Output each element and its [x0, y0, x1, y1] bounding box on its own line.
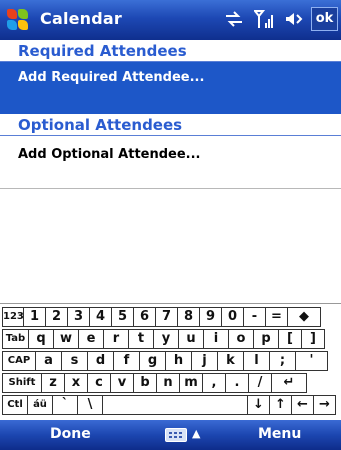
key-9[interactable]: 9 [199, 307, 222, 327]
input-selector-arrow-icon[interactable]: ▲ [192, 427, 200, 440]
key-r[interactable]: r [103, 329, 129, 349]
key-b[interactable]: b [133, 373, 157, 393]
key-comma[interactable]: , [202, 373, 226, 393]
key-arrow-down[interactable]: ↓ [247, 395, 270, 415]
menu-softkey[interactable]: Menu [258, 426, 301, 442]
key-q[interactable]: q [28, 329, 54, 349]
backspace-key[interactable]: ◆ [287, 307, 321, 327]
key-f[interactable]: f [113, 351, 140, 371]
key-caps[interactable]: CAP [2, 351, 36, 371]
key-c[interactable]: c [87, 373, 111, 393]
key-slash[interactable]: / [248, 373, 272, 393]
key-m[interactable]: m [179, 373, 203, 393]
key-h[interactable]: h [165, 351, 192, 371]
key-6[interactable]: 6 [133, 307, 156, 327]
add-required-attendee-item[interactable]: Add Required Attendee... [0, 62, 341, 114]
key-o[interactable]: o [228, 329, 254, 349]
key-p[interactable]: p [253, 329, 279, 349]
key-a[interactable]: a [35, 351, 62, 371]
key-2[interactable]: 2 [45, 307, 68, 327]
signal-icon[interactable] [254, 8, 276, 30]
key-w[interactable]: w [53, 329, 79, 349]
key-y[interactable]: y [153, 329, 179, 349]
sync-icon[interactable] [224, 8, 244, 30]
done-softkey[interactable]: Done [50, 426, 91, 442]
key-123[interactable]: 123 [2, 307, 24, 327]
windows-start-icon[interactable] [7, 9, 29, 31]
key-k[interactable]: k [217, 351, 244, 371]
key-apostrophe[interactable]: ' [295, 351, 328, 371]
key-tab[interactable]: Tab [2, 329, 29, 349]
key-4[interactable]: 4 [89, 307, 112, 327]
key-0[interactable]: 0 [221, 307, 244, 327]
key-right-bracket[interactable]: ] [301, 329, 325, 349]
key-j[interactable]: j [191, 351, 218, 371]
key-semicolon[interactable]: ; [269, 351, 296, 371]
key-shift[interactable]: Shift [2, 373, 42, 393]
ok-button[interactable]: ok [311, 7, 338, 31]
key-g[interactable]: g [139, 351, 166, 371]
menu-bar: Done ▲ Menu [0, 420, 341, 450]
key-1[interactable]: 1 [23, 307, 46, 327]
key-v[interactable]: v [110, 373, 134, 393]
key-8[interactable]: 8 [177, 307, 200, 327]
required-attendees-header: Required Attendees [0, 40, 341, 62]
enter-key[interactable]: ↵ [271, 373, 307, 393]
key-u[interactable]: u [178, 329, 204, 349]
key-arrow-right[interactable]: → [313, 395, 336, 415]
key-i[interactable]: i [203, 329, 229, 349]
key-minus[interactable]: - [243, 307, 266, 327]
keyboard-icon[interactable] [165, 428, 187, 442]
key-5[interactable]: 5 [111, 307, 134, 327]
title-bar: Calendar ok [0, 0, 341, 40]
key-arrow-up[interactable]: ↑ [269, 395, 292, 415]
app-title: Calendar [40, 9, 123, 28]
key-e[interactable]: e [78, 329, 104, 349]
key-n[interactable]: n [156, 373, 180, 393]
space-key[interactable] [102, 395, 248, 415]
key-equals[interactable]: = [265, 307, 288, 327]
key-7[interactable]: 7 [155, 307, 178, 327]
key-z[interactable]: z [41, 373, 65, 393]
key-backtick[interactable]: ` [52, 395, 78, 415]
key-left-bracket[interactable]: [ [278, 329, 302, 349]
key-x[interactable]: x [64, 373, 88, 393]
key-intl[interactable]: áü [27, 395, 53, 415]
key-3[interactable]: 3 [67, 307, 90, 327]
key-ctrl[interactable]: Ctl [2, 395, 28, 415]
key-l[interactable]: l [243, 351, 270, 371]
key-t[interactable]: t [128, 329, 154, 349]
add-optional-attendee-item[interactable]: Add Optional Attendee... [0, 137, 341, 189]
key-backslash[interactable]: \ [77, 395, 103, 415]
optional-attendees-header: Optional Attendees [0, 114, 341, 136]
key-s[interactable]: s [61, 351, 88, 371]
key-period[interactable]: . [225, 373, 249, 393]
key-arrow-left[interactable]: ← [291, 395, 314, 415]
key-d[interactable]: d [87, 351, 114, 371]
volume-icon[interactable] [284, 8, 304, 30]
soft-keyboard: 123 1 2 3 4 5 6 7 8 9 0 - = ◆ Tab q w e … [0, 303, 341, 420]
